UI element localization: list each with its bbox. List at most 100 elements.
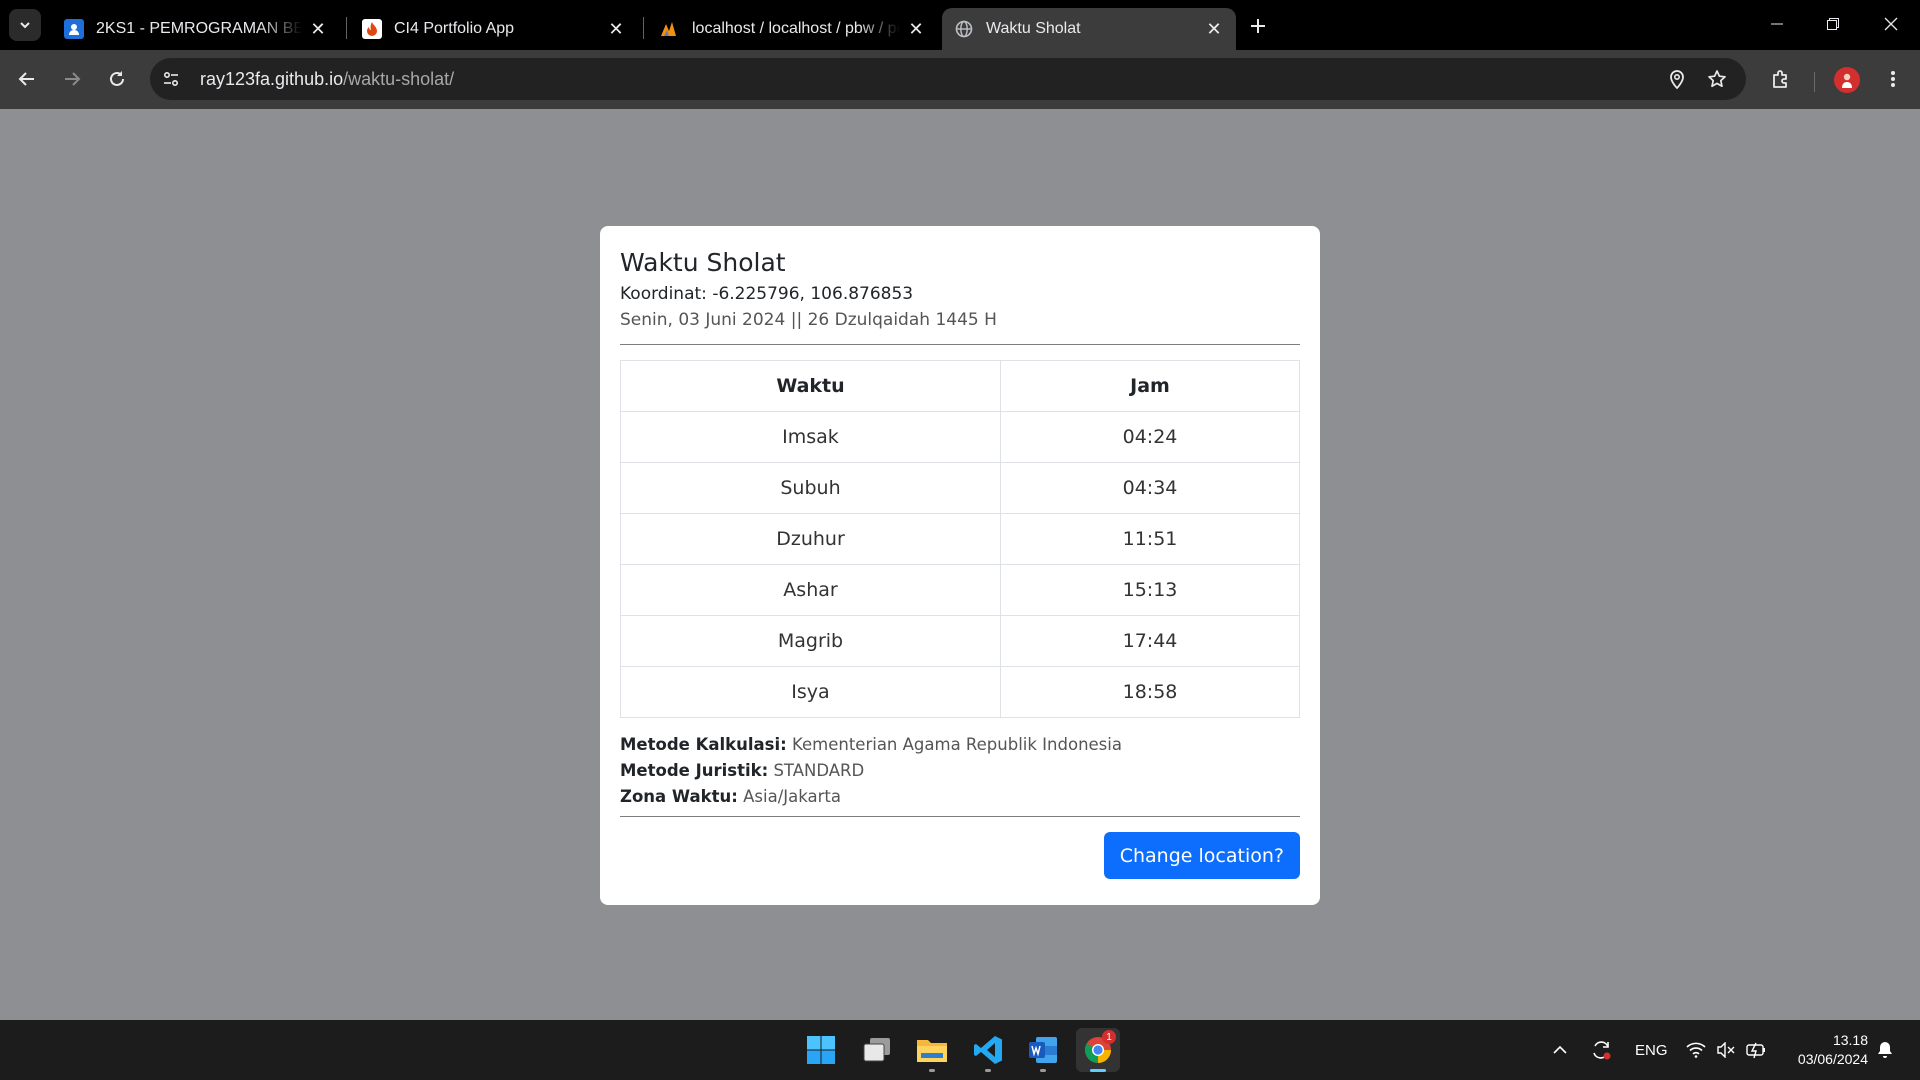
language-indicator[interactable]: ENG [1635,1020,1668,1080]
vscode-icon[interactable] [966,1028,1010,1072]
coordinates-line: Koordinat: -6.225796, 106.876853 [620,284,1300,304]
url-host: ray123fa.github.io [200,68,344,89]
divider [620,344,1300,345]
coordinates-value: -6.225796, 106.876853 [712,284,914,304]
chevron-down-icon [20,22,30,29]
tab-title: Waktu Sholat [986,20,1081,37]
show-hidden-icons-button[interactable] [1552,1020,1568,1080]
address-bar[interactable]: ray123fa.github.io/waktu-sholat/ [150,58,1746,100]
info-value: Asia/Jakarta [743,787,841,806]
restore-button[interactable] [1810,8,1856,40]
prayer-time: 04:34 [1000,462,1300,514]
prayer-name: Isya [620,666,1001,718]
info-label: Metode Juristik: [620,761,769,780]
minimize-button[interactable] [1754,8,1800,40]
info-label: Zona Waktu: [620,787,738,806]
tab-title: 2KS1 - PEMROGRAMAN BERBA [96,20,302,37]
toolbar-divider [1814,72,1815,92]
table-row: Dzuhur 11:51 [620,513,1300,565]
globe-icon [954,19,974,39]
sync-icon[interactable] [1590,1020,1612,1080]
location-pin-icon[interactable] [1660,62,1694,96]
puzzle-icon [1773,70,1787,88]
chevron-up-icon [1553,1045,1567,1054]
arrow-left-icon [18,72,34,86]
info-line-zona-waktu: Zona Waktu: Asia/Jakarta [620,784,1300,810]
table-row: Imsak 04:24 [620,411,1300,463]
info-line-metode-juristik: Metode Juristik: STANDARD [620,758,1300,784]
word-icon[interactable] [1021,1028,1065,1072]
running-indicator [929,1069,935,1072]
reload-button[interactable] [100,62,134,96]
prayer-time: 17:44 [1000,615,1300,667]
windows-taskbar: 1 ENG 13.18 03/06/2024 [0,1020,1920,1080]
close-tab-icon[interactable]: ✕ [606,19,626,39]
table-row: Ashar 15:13 [620,564,1300,616]
plus-icon [1251,19,1265,33]
running-indicator [985,1069,991,1072]
prayer-times-table: Waktu Jam Imsak 04:24 Subuh 04:34 Dzuhur… [620,360,1300,718]
minimize-icon [1771,23,1783,25]
change-location-button[interactable]: Change location? [1103,832,1300,879]
prayer-name: Magrib [620,615,1001,667]
restore-icon [1827,18,1839,30]
back-button[interactable] [10,62,44,96]
notification-badge: 1 [1102,1030,1116,1044]
table-row: Magrib 17:44 [620,615,1300,667]
clock-time: 13.18 [1832,1032,1868,1048]
classroom-icon [64,19,84,39]
windows-start-icon[interactable] [799,1028,843,1072]
new-tab-button[interactable] [1244,12,1272,40]
tab-title: CI4 Portfolio App [394,20,515,37]
browser-toolbar: ray123fa.github.io/waktu-sholat/ [0,50,1920,109]
tab-ci4-portfolio[interactable]: CI4 Portfolio App ✕ [350,8,638,50]
url-path: /waktu-sholat/ [343,68,455,89]
browser-tab-strip: 2KS1 - PEMROGRAMAN BERBA ✕ CI4 Portfolio… [0,0,1920,50]
task-view-icon[interactable] [855,1028,899,1072]
close-icon [1884,17,1898,31]
prayer-time: 04:24 [1000,411,1300,463]
table-row: Isya 18:58 [620,666,1300,718]
close-tab-icon[interactable]: ✕ [308,19,328,39]
page-title: Waktu Sholat [620,248,786,277]
phpmyadmin-icon [660,19,680,39]
tab-waktu-sholat[interactable]: Waktu Sholat ✕ [942,8,1236,50]
info-line-metode-kalkulasi: Metode Kalkulasi: Kementerian Agama Repu… [620,732,1300,758]
reload-icon [110,71,124,86]
menu-button[interactable] [1876,62,1910,96]
notification-bell-icon[interactable] [1876,1020,1894,1080]
close-tab-icon[interactable]: ✕ [906,19,926,39]
prayer-name: Dzuhur [620,513,1001,565]
tab-separator [346,17,347,39]
tab-phpmyadmin[interactable]: localhost / localhost / pbw / po ✕ [648,8,938,50]
calculation-info: Metode Kalkulasi: Kementerian Agama Repu… [620,732,1300,810]
profile-avatar[interactable] [1834,67,1860,93]
file-explorer-icon[interactable] [910,1028,954,1072]
close-tab-icon[interactable]: ✕ [1204,19,1224,39]
tab-classroom[interactable]: 2KS1 - PEMROGRAMAN BERBA ✕ [52,8,340,50]
volume-muted-icon[interactable] [1716,1020,1736,1080]
battery-charging-icon[interactable] [1746,1020,1768,1080]
table-row: Subuh 04:34 [620,462,1300,514]
clock-date: 03/06/2024 [1797,1051,1868,1067]
bookmark-star-icon[interactable] [1700,62,1734,96]
arrow-right-icon [65,72,81,86]
chrome-icon[interactable]: 1 [1076,1028,1120,1072]
prayer-times-card: Waktu Sholat Koordinat: -6.225796, 106.8… [600,226,1320,905]
info-value: Kementerian Agama Republik Indonesia [792,735,1122,754]
extensions-button[interactable] [1764,62,1798,96]
running-indicator [1090,1069,1106,1072]
system-clock[interactable]: 13.18 03/06/2024 [1780,1031,1868,1069]
close-window-button[interactable] [1868,8,1914,40]
tab-search-button[interactable] [9,9,41,41]
column-header-waktu: Waktu [620,360,1001,412]
codeigniter-icon [362,19,382,39]
forward-button[interactable] [55,62,89,96]
wifi-icon[interactable] [1686,1020,1706,1080]
site-info-icon[interactable] [154,62,188,96]
prayer-time: 11:51 [1000,513,1300,565]
prayer-time: 18:58 [1000,666,1300,718]
card-footer: Change location? [620,832,1300,879]
table-header-row: Waktu Jam [620,360,1300,412]
info-label: Metode Kalkulasi: [620,735,787,754]
